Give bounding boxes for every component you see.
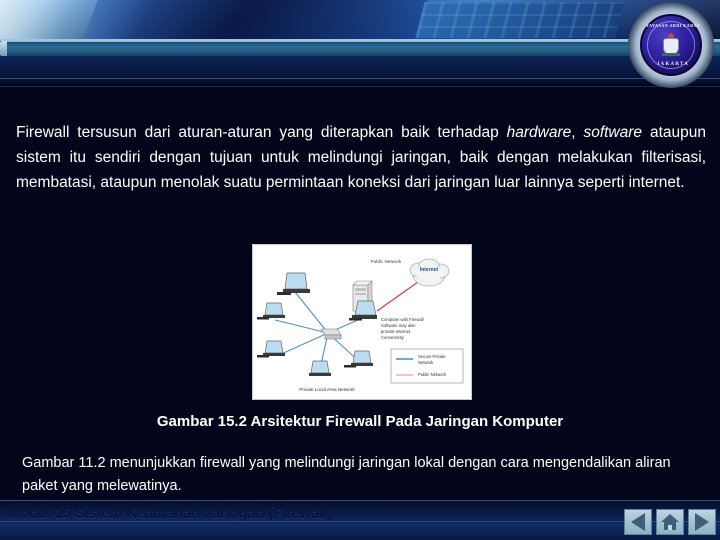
- header-shadow-gradient: [0, 56, 720, 84]
- next-button[interactable]: [688, 509, 716, 535]
- logo-emblem-icon: [660, 33, 682, 57]
- logo-disc: YAYASAN ARDI KARYA JAKARTA: [640, 14, 702, 76]
- firewall-architecture-diagram: Internet Public Network Computer with Fi…: [252, 244, 472, 400]
- legend-label-secure-2: Network: [418, 360, 434, 365]
- main-paragraph: Firewall tersusun dari aturan-aturan yan…: [16, 120, 706, 195]
- triangle-left-icon: [631, 513, 645, 531]
- banner-glare: [0, 0, 200, 40]
- lan-label: Private Local Area Network: [299, 387, 355, 392]
- paragraph-segment-1: Firewall tersusun dari aturan-aturan yan…: [16, 124, 507, 141]
- banner-keyboard-texture: [415, 2, 625, 38]
- triangle-right-icon: [695, 513, 709, 531]
- logo-bottom-text: JAKARTA: [656, 62, 690, 67]
- firewall-label-line3: provide Internet: [381, 329, 411, 334]
- header-banner-image: [0, 0, 720, 52]
- firewall-label-line2: Software may also: [381, 323, 416, 328]
- footer-line-top: [0, 500, 720, 501]
- diagram-legend: Secure Private Network Public Network: [390, 348, 464, 384]
- diagram-svg: Internet Public Network Computer with Fi…: [253, 245, 471, 399]
- legend-label-secure-1: Secure Private: [418, 354, 446, 359]
- header-hairline-1: [0, 78, 720, 79]
- firewall-label-line1: Computer with Firewall: [381, 317, 424, 322]
- lower-paragraph: Gambar 11.2 menunjukkan firewall yang me…: [22, 455, 671, 494]
- home-icon: [661, 514, 679, 530]
- header-accent-band: [4, 41, 720, 56]
- header-hairline-2: [0, 86, 720, 87]
- firewall-label-line4: Connectivity: [381, 335, 405, 340]
- slide-canvas: YAYASAN ARDI KARYA JAKARTA Firewall ters…: [0, 0, 720, 540]
- client-computer-icon: [309, 360, 331, 376]
- paragraph-segment-2: ,: [571, 124, 584, 141]
- institution-logo: YAYASAN ARDI KARYA JAKARTA: [628, 2, 714, 88]
- home-button[interactable]: [656, 509, 684, 535]
- paragraph-emphasis-software: software: [583, 124, 643, 141]
- public-network-label: Public Network: [371, 259, 402, 264]
- figure-caption: Gambar 15.2 Arsitektur Firewall Pada Jar…: [156, 413, 564, 430]
- navigation-buttons: [624, 509, 716, 535]
- logo-bar-shape: [662, 53, 680, 56]
- logo-top-text: YAYASAN ARDI KARYA: [646, 23, 700, 28]
- paragraph-emphasis-hardware: hardware: [506, 124, 572, 141]
- legend-label-public: Public Network: [418, 372, 447, 377]
- back-button[interactable]: [624, 509, 652, 535]
- header-band-cap: [0, 41, 7, 56]
- internet-label: Internet: [420, 267, 439, 273]
- footer-module-title: Modul 15 Sistem Keamanan Jaringan (Firew…: [8, 506, 332, 522]
